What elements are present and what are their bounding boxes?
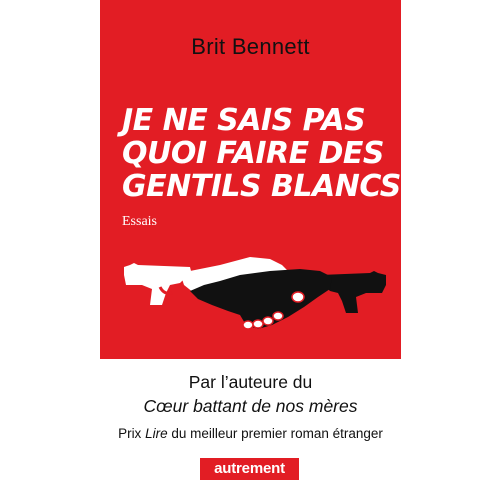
handshake-guns-icon — [124, 257, 386, 330]
publisher-logo: autrement — [200, 458, 299, 480]
book-title: JE NE SAIS PAS QUOI FAIRE DES GENTILS BL… — [122, 103, 401, 204]
tagline-line-2: Cœur battant de nos mères — [143, 396, 358, 416]
genre-label: Essais — [122, 214, 157, 229]
page: Brit Bennett JE NE SAIS PAS QUOI FAIRE D… — [0, 0, 500, 500]
fingernail-3 — [262, 316, 274, 326]
fingernail-4 — [272, 311, 284, 321]
title-line-3: GENTILS BLANCS — [122, 169, 401, 204]
cover-blurb: Par l’auteure du Cœur battant de nos mèr… — [100, 370, 401, 445]
fingernail-1 — [242, 320, 254, 330]
prize-prefix: Prix — [118, 426, 146, 441]
fingernail-2 — [252, 319, 264, 329]
prize-line: Prix Lire du meilleur premier roman étra… — [100, 423, 401, 445]
prize-suffix: du meilleur premier roman étranger — [167, 426, 383, 441]
author-name: Brit Bennett — [191, 34, 310, 59]
title-line-2: QUOI FAIRE DES — [122, 136, 385, 171]
title-line-1: JE NE SAIS PAS — [122, 103, 366, 138]
thumbnail — [291, 291, 305, 303]
white-pistol-shape — [124, 263, 192, 305]
prize-italic: Lire — [145, 426, 168, 441]
tagline-line-1: Par l’auteure du — [188, 372, 313, 392]
